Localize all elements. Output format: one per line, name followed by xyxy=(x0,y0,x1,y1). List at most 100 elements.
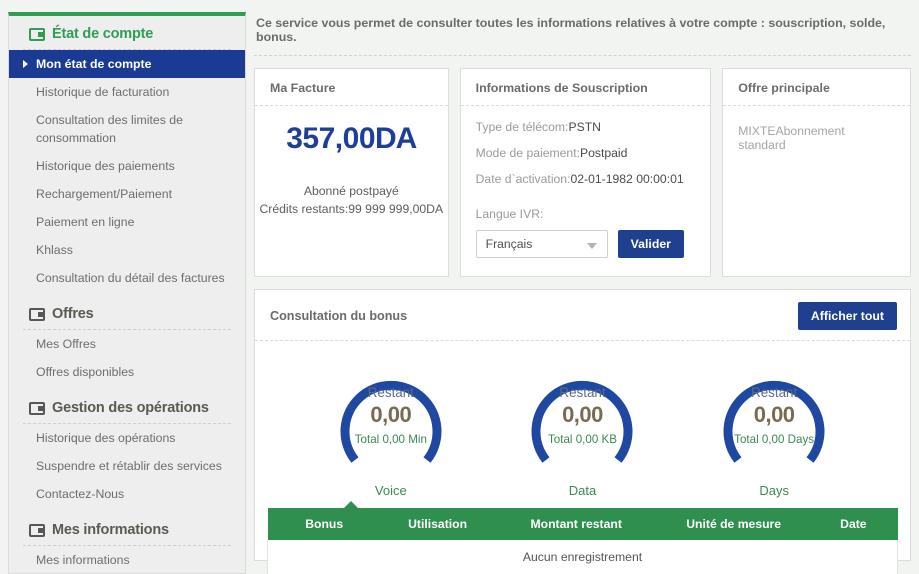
sidebar-item-rechargement-paiement[interactable]: Rechargement/Paiement xyxy=(9,180,245,208)
gauge-total: Total 0,00 KB xyxy=(548,433,617,446)
info-label: Type de télécom: xyxy=(475,120,569,134)
sidebar-section-title: Gestion des opérations xyxy=(52,400,209,416)
column-header-utilisation[interactable]: Utilisation xyxy=(380,508,495,540)
sidebar-item-consultation-des-limites-line2[interactable]: consommation xyxy=(9,130,245,152)
ivr-language-selected-value: Français xyxy=(485,237,533,251)
info-label: Mode de paiement: xyxy=(475,146,580,160)
gauge-value: 0,00 xyxy=(370,402,412,427)
summary-cards-row: Ma Facture 357,00DA Abonné postpayé Créd… xyxy=(254,68,911,277)
gauge-value: 0,00 xyxy=(562,402,603,427)
sidebar-section-header-gestion-des-operations: Gestion des opérations xyxy=(9,386,245,423)
ivr-language-select[interactable]: Français xyxy=(475,230,608,258)
sidebar: État de compte Mon état de compte Histor… xyxy=(8,12,246,574)
sidebar-item-consultation-des-limites[interactable]: Consultation des limites de xyxy=(9,106,245,130)
validate-button[interactable]: Valider xyxy=(617,230,684,258)
info-row-date-activation: Date d`activation:02-01-1982 00:00:01 xyxy=(476,172,696,187)
wallet-icon xyxy=(29,307,45,321)
bonus-table-wrapper: Bonus Utilisation Montant restant Unité … xyxy=(267,501,898,574)
page-root: État de compte Mon état de compte Histor… xyxy=(0,0,919,574)
column-header-date[interactable]: Date xyxy=(809,508,898,540)
bonus-panel-title: Consultation du bonus xyxy=(270,309,408,323)
ivr-controls-row: Français Valider xyxy=(475,230,696,258)
card-offre-principale: Offre principale MIXTEAbonnement standar… xyxy=(722,68,911,277)
sidebar-item-historique-des-operations[interactable]: Historique des opérations xyxy=(9,424,245,452)
chevron-down-icon xyxy=(586,243,597,249)
info-row-mode-paiement: Mode de paiement:Postpaid xyxy=(476,146,696,161)
card-title: Informations de Souscription xyxy=(460,69,711,106)
info-label: Date d`activation: xyxy=(475,172,571,186)
sidebar-section-header-offres: Offres xyxy=(9,292,245,329)
intro-text: Ce service vous permet de consulter tout… xyxy=(254,10,911,56)
gauge-arc: Restant 0,00 Total 0,00 Min xyxy=(311,359,471,471)
bonus-panel: Consultation du bonus Afficher tout Rest… xyxy=(254,289,911,574)
bonus-gauges: Restant 0,00 Total 0,00 Min Voice Restan… xyxy=(255,341,910,498)
gauge-caption: Restant xyxy=(751,385,798,400)
sidebar-item-paiement-en-ligne[interactable]: Paiement en ligne xyxy=(9,208,245,236)
wallet-icon xyxy=(29,401,45,415)
gauge-label: Data xyxy=(568,483,597,498)
info-value: Postpaid xyxy=(579,146,628,160)
subscriber-type: Abonné postpayé xyxy=(303,184,399,198)
sidebar-item-label: Mon état de compte xyxy=(36,57,152,71)
sidebar-item-mes-informations[interactable]: Mes informations xyxy=(9,546,245,574)
bonus-table-head: Bonus Utilisation Montant restant Unité … xyxy=(267,508,898,540)
sidebar-item-historique-des-paiements[interactable]: Historique des paiements xyxy=(9,152,245,180)
sidebar-section-title: Offres xyxy=(52,306,94,322)
bonus-table-body: Aucun enregistrement xyxy=(267,540,898,574)
offre-principale-value: MIXTEAbonnement standard xyxy=(738,124,845,152)
sidebar-item-contactez-nous[interactable]: Contactez-Nous xyxy=(9,480,245,508)
bonus-table: Bonus Utilisation Montant restant Unité … xyxy=(267,508,898,574)
column-header-montant-restant[interactable]: Montant restant xyxy=(494,508,659,540)
gauge-voice: Restant 0,00 Total 0,00 Min Voice xyxy=(311,359,471,498)
invoice-amount: 357,00DA xyxy=(255,122,448,156)
ivr-language-label: Langue IVR: xyxy=(475,207,544,221)
gauge-days: Restant 0,00 Total 0,00 Days Days xyxy=(694,359,854,498)
gauge-caption: Restant xyxy=(559,385,606,400)
gauge-data: Restant 0,00 Total 0,00 KB Data xyxy=(502,359,662,498)
sidebar-item-mes-offres[interactable]: Mes Offres xyxy=(9,330,245,358)
card-ma-facture: Ma Facture 357,00DA Abonné postpayé Créd… xyxy=(254,68,449,277)
card-body: MIXTEAbonnement standard xyxy=(723,106,910,166)
card-informations-de-souscription: Informations de Souscription Type de tél… xyxy=(459,68,712,277)
wallet-icon xyxy=(29,27,45,41)
card-title: Ma Facture xyxy=(255,69,448,106)
gauge-label: Voice xyxy=(374,483,407,498)
sidebar-item-consultation-du-detail-des-factures[interactable]: Consultation du détail des factures xyxy=(9,264,245,292)
sidebar-item-khlass[interactable]: Khlass xyxy=(9,236,245,264)
gauge-inner-text: Restant 0,00 Total 0,00 Min xyxy=(311,385,471,446)
remaining-credits: Crédits restants:99 999 999,00DA xyxy=(259,202,444,216)
gauge-arc: Restant 0,00 Total 0,00 KB xyxy=(502,359,662,471)
main-content: Ce service vous permet de consulter tout… xyxy=(254,10,911,574)
gauge-arc: Restant 0,00 Total 0,00 Days xyxy=(694,359,854,471)
gauge-label: Days xyxy=(759,483,789,498)
invoice-subtext: Abonné postpayé Crédits restants:99 999 … xyxy=(255,182,448,218)
caret-right-icon xyxy=(23,60,28,68)
info-value: 02-01-1982 00:00:01 xyxy=(570,172,684,186)
sidebar-item-offres-disponibles[interactable]: Offres disponibles xyxy=(9,358,245,386)
gauge-inner-text: Restant 0,00 Total 0,00 Days xyxy=(694,385,854,446)
empty-state-message: Aucun enregistrement xyxy=(267,540,898,574)
info-value: PSTN xyxy=(568,120,601,134)
gauge-value: 0,00 xyxy=(753,402,795,427)
gauge-caption: Restant xyxy=(367,385,414,400)
sidebar-section-title: Mes informations xyxy=(52,522,169,538)
column-header-bonus[interactable]: Bonus xyxy=(267,508,381,540)
selected-gauge-notch-icon xyxy=(343,501,359,509)
gauge-inner-text: Restant 0,00 Total 0,00 KB xyxy=(502,385,662,446)
gauge-total: Total 0,00 Days xyxy=(734,433,815,446)
sidebar-item-historique-de-facturation[interactable]: Historique de facturation xyxy=(9,78,245,106)
sidebar-item-suspendre-et-retablir-des-services[interactable]: Suspendre et rétablir des services xyxy=(9,452,245,480)
invoice-amount-value: 357,00 xyxy=(286,122,376,155)
sidebar-section-header-mes-informations: Mes informations xyxy=(9,508,245,545)
bonus-panel-header: Consultation du bonus Afficher tout xyxy=(255,290,910,341)
sidebar-item-mon-etat-de-compte[interactable]: Mon état de compte xyxy=(9,50,245,78)
card-title: Offre principale xyxy=(723,69,910,106)
table-row: Aucun enregistrement xyxy=(267,540,898,574)
sidebar-section-header-etat-de-compte: État de compte xyxy=(9,16,245,49)
info-row-type-telecom: Type de télécom:PSTN xyxy=(476,120,696,135)
card-body: Type de télécom:PSTN Mode de paiement:Po… xyxy=(461,106,711,272)
show-all-button[interactable]: Afficher tout xyxy=(797,302,897,330)
sidebar-section-title: État de compte xyxy=(52,26,154,42)
gauge-total: Total 0,00 Min xyxy=(354,433,427,446)
column-header-unite-de-mesure[interactable]: Unité de mesure xyxy=(658,508,810,540)
